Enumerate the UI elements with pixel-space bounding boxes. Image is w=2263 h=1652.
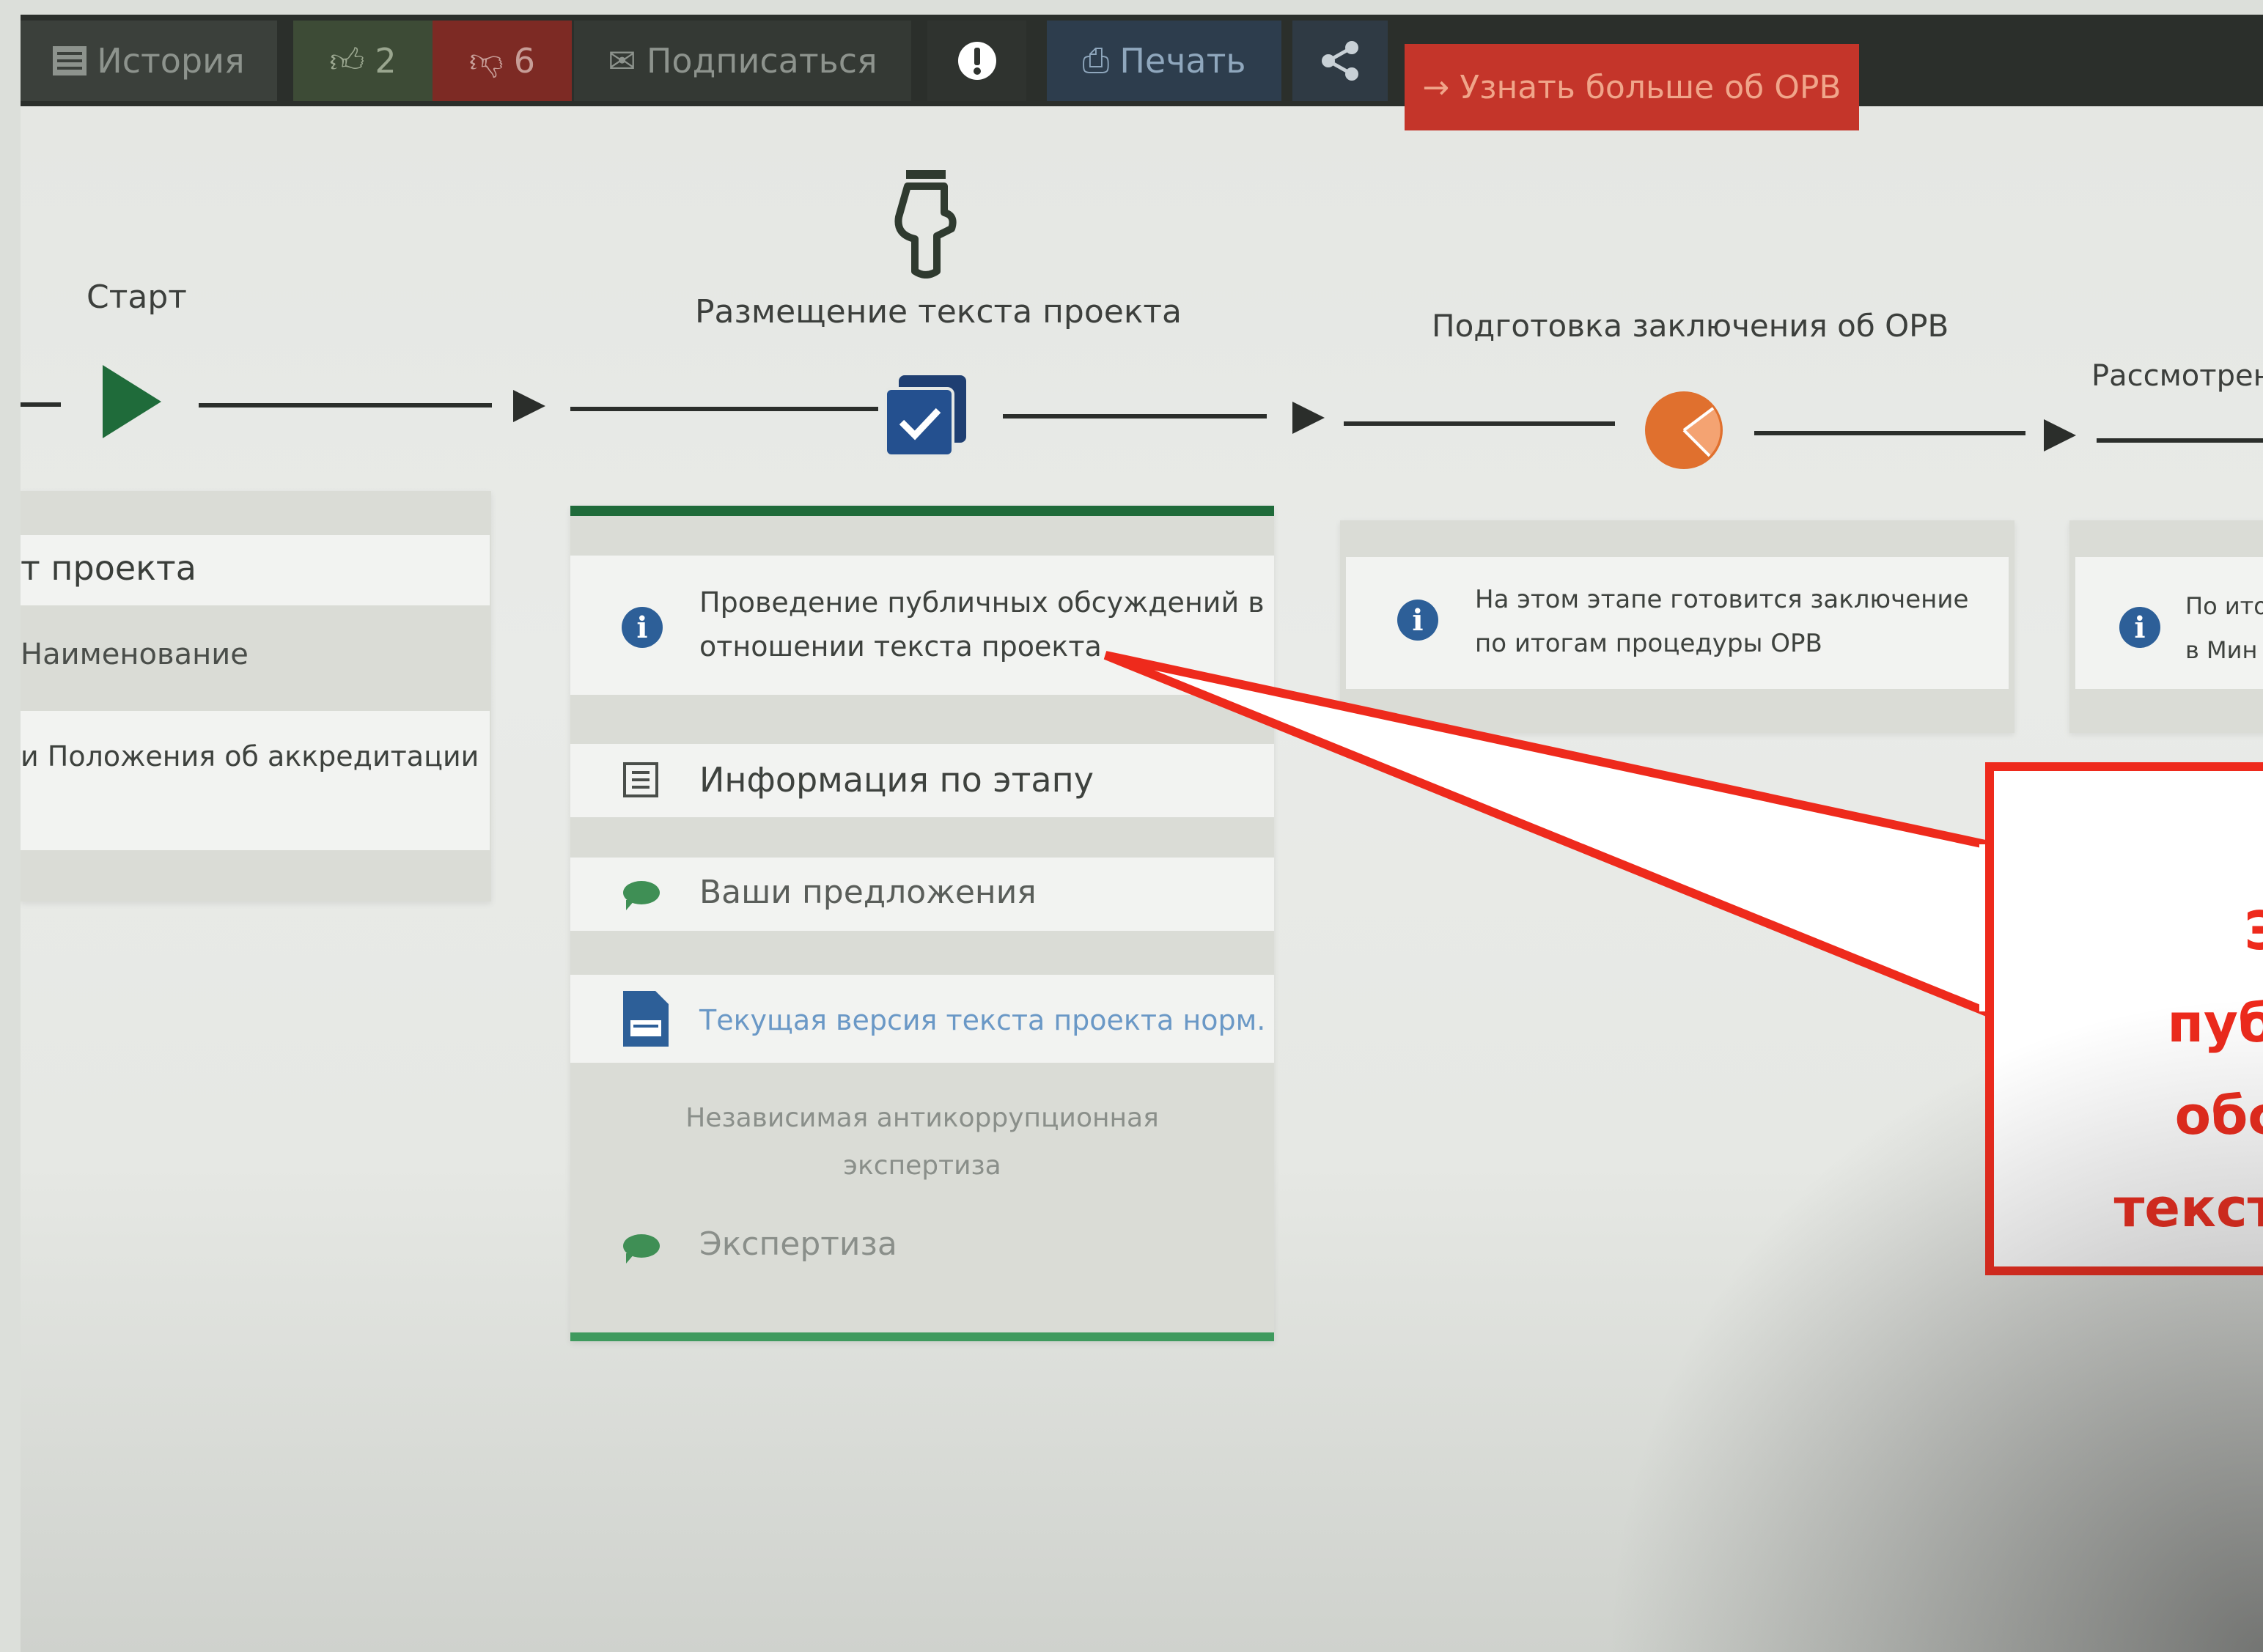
callout-line4: текста: [2113, 1177, 2263, 1239]
callout-text: Эт публ обсу текста: [1976, 885, 2263, 1254]
callout-line2: публ: [2167, 992, 2263, 1054]
callout-line3: обсу: [2174, 1085, 2263, 1146]
callout-line1: Эт: [1976, 885, 2263, 977]
annotation-callout: Эт публ обсу текста: [1985, 762, 2263, 1275]
screen: История 👍︎ 2 👎︎ 6 ✉ Подписаться ⎙ Печать…: [21, 15, 2263, 1652]
callout-pointer: [1103, 651, 1991, 1018]
